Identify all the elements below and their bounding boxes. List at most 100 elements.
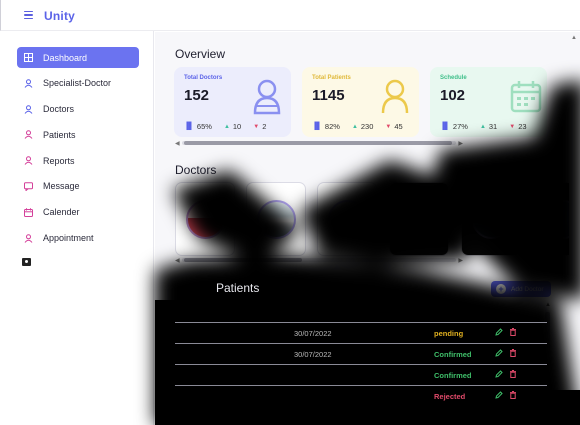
avatar: [399, 199, 439, 239]
user-icon: [24, 156, 33, 166]
stat-card-schedule[interactable]: Schedule 102 ▐▌ 27% ▲ 31 ▼ 23: [430, 67, 547, 137]
user-icon: [24, 79, 33, 88]
scroll-left-icon[interactable]: ◀: [175, 140, 180, 147]
stat-up: 230: [360, 122, 374, 131]
user-icon: [24, 130, 33, 140]
avatar: [471, 199, 511, 239]
plus-icon: +: [496, 165, 506, 175]
sidebar-nav: Dashboard Specialist-Doctor Doctors Pati…: [17, 47, 139, 253]
patient-icon: [381, 79, 409, 114]
doctor-icon: [253, 79, 281, 115]
top-bar: Unity: [0, 0, 580, 31]
sidebar-item-label: Dashboard: [43, 52, 88, 63]
sidebar-item-label: Reports: [43, 155, 75, 166]
plus-icon: +: [496, 284, 506, 294]
doctor-card[interactable]: [246, 182, 306, 256]
app-logo[interactable]: Unity: [44, 9, 75, 23]
page-scrollbar[interactable]: ▲: [569, 32, 580, 425]
bar-chart-icon: ▐▌: [312, 123, 322, 130]
row-actions: [495, 328, 517, 336]
doctors-scrollbar[interactable]: ◀ ▶: [175, 257, 463, 264]
column-header-date: Date in: [294, 311, 318, 318]
id-badge-icon[interactable]: [22, 258, 31, 266]
sidebar-item-reports[interactable]: Reports: [17, 150, 139, 171]
edit-icon[interactable]: [495, 370, 503, 378]
cell-date: 30/07/2022: [294, 350, 332, 359]
delete-icon[interactable]: [509, 391, 517, 399]
sidebar-item-patients[interactable]: Patients: [17, 124, 139, 145]
arrow-down-icon: ▼: [253, 123, 260, 130]
doctor-card[interactable]: [389, 182, 449, 256]
edit-icon[interactable]: [495, 349, 503, 357]
sidebar-item-label: Calender: [43, 207, 80, 218]
user-icon: [24, 104, 33, 114]
cell-status: pending: [434, 329, 464, 338]
add-doctor-button[interactable]: + Add Doctor: [491, 163, 551, 177]
doctor-card[interactable]: [317, 182, 377, 256]
sidebar-item-specialist-doctor[interactable]: Specialist-Doctor: [17, 73, 139, 94]
avatar: [256, 199, 296, 239]
add-patient-label: Add Doctor: [511, 285, 544, 293]
sidebar-item-doctors[interactable]: Doctors: [17, 99, 139, 120]
stat-down: 23: [518, 122, 527, 131]
scroll-up-icon[interactable]: ▲: [545, 302, 551, 308]
chat-icon: [24, 182, 33, 191]
bar-chart-icon: ▐▌: [440, 123, 450, 130]
cards-scrollbar[interactable]: ◀ ▶: [175, 140, 463, 147]
edit-icon[interactable]: [495, 328, 503, 336]
sidebar-item-label: Appointment: [43, 233, 94, 244]
table-row[interactable]: Rejected: [175, 385, 547, 406]
arrow-up-icon: ▲: [223, 123, 230, 130]
doctor-carousel: [175, 182, 580, 256]
sidebar-item-dashboard[interactable]: Dashboard: [17, 47, 139, 68]
stat-card-stats: ▐▌ 65% ▲ 10 ▼ 2: [184, 122, 266, 131]
add-doctor-label: Add Doctor: [511, 166, 544, 174]
delete-icon[interactable]: [509, 328, 517, 336]
sidebar-item-label: Message: [43, 181, 80, 192]
row-actions: [495, 370, 517, 378]
cell-status: Confirmed: [434, 350, 472, 359]
sidebar-item-calender[interactable]: Calender: [17, 202, 139, 223]
sidebar-item-label: Patients: [43, 129, 76, 140]
table-row[interactable]: 30/07/2022 Confirmed: [175, 343, 547, 364]
menu-icon[interactable]: [24, 11, 33, 20]
app-root: Unity Dashboard Specialist-Doctor Doctor…: [0, 0, 580, 425]
doctor-card[interactable]: [461, 182, 521, 256]
calendar-icon: [24, 208, 33, 217]
cell-status: Rejected: [434, 392, 466, 401]
cell-date: 30/07/2022: [294, 329, 332, 338]
row-actions: [495, 349, 517, 357]
logo-rest: nity: [52, 9, 76, 23]
scroll-up-icon[interactable]: ▲: [571, 35, 577, 41]
calendar-icon: [510, 81, 542, 113]
edit-icon[interactable]: [495, 391, 503, 399]
stat-down: 2: [262, 122, 267, 131]
scroll-left-icon[interactable]: ◀: [175, 257, 180, 264]
stat-card-doctors[interactable]: Total Doctors 152 ▐▌ 65% ▲ 10 ▼ 2: [174, 67, 291, 137]
cell-status: Confirmed: [434, 371, 472, 380]
table-row[interactable]: 30/07/2022 pending: [175, 322, 547, 343]
doctor-card[interactable]: [175, 182, 235, 256]
table-row[interactable]: Confirmed: [175, 364, 547, 385]
delete-icon[interactable]: [509, 349, 517, 357]
overview-title: Overview: [175, 47, 226, 61]
stat-pct: 82%: [324, 122, 340, 131]
sidebar-item-label: Specialist-Doctor: [43, 78, 112, 89]
stat-down: 45: [394, 122, 403, 131]
delete-icon[interactable]: [509, 370, 517, 378]
patients-title: Patients: [216, 281, 260, 295]
scroll-right-icon[interactable]: ▶: [458, 257, 463, 264]
arrow-up-icon: ▲: [351, 123, 358, 130]
sidebar-item-label: Doctors: [43, 104, 75, 115]
stat-card-patients[interactable]: Total Patients 1145 ▐▌ 82% ▲ 230 ▼ 45: [302, 67, 419, 137]
avatar: [327, 199, 367, 239]
stat-pct: 27%: [452, 122, 468, 131]
grid-icon: [24, 53, 33, 62]
sidebar-item-appointment[interactable]: Appointment: [17, 228, 139, 249]
sidebar-item-message[interactable]: Message: [17, 176, 139, 197]
row-actions: [495, 391, 517, 399]
arrow-down-icon: ▼: [385, 123, 392, 130]
stat-card-stats: ▐▌ 82% ▲ 230 ▼ 45: [312, 122, 403, 131]
scroll-right-icon[interactable]: ▶: [458, 140, 463, 147]
add-patient-button[interactable]: + Add Doctor: [491, 281, 551, 297]
